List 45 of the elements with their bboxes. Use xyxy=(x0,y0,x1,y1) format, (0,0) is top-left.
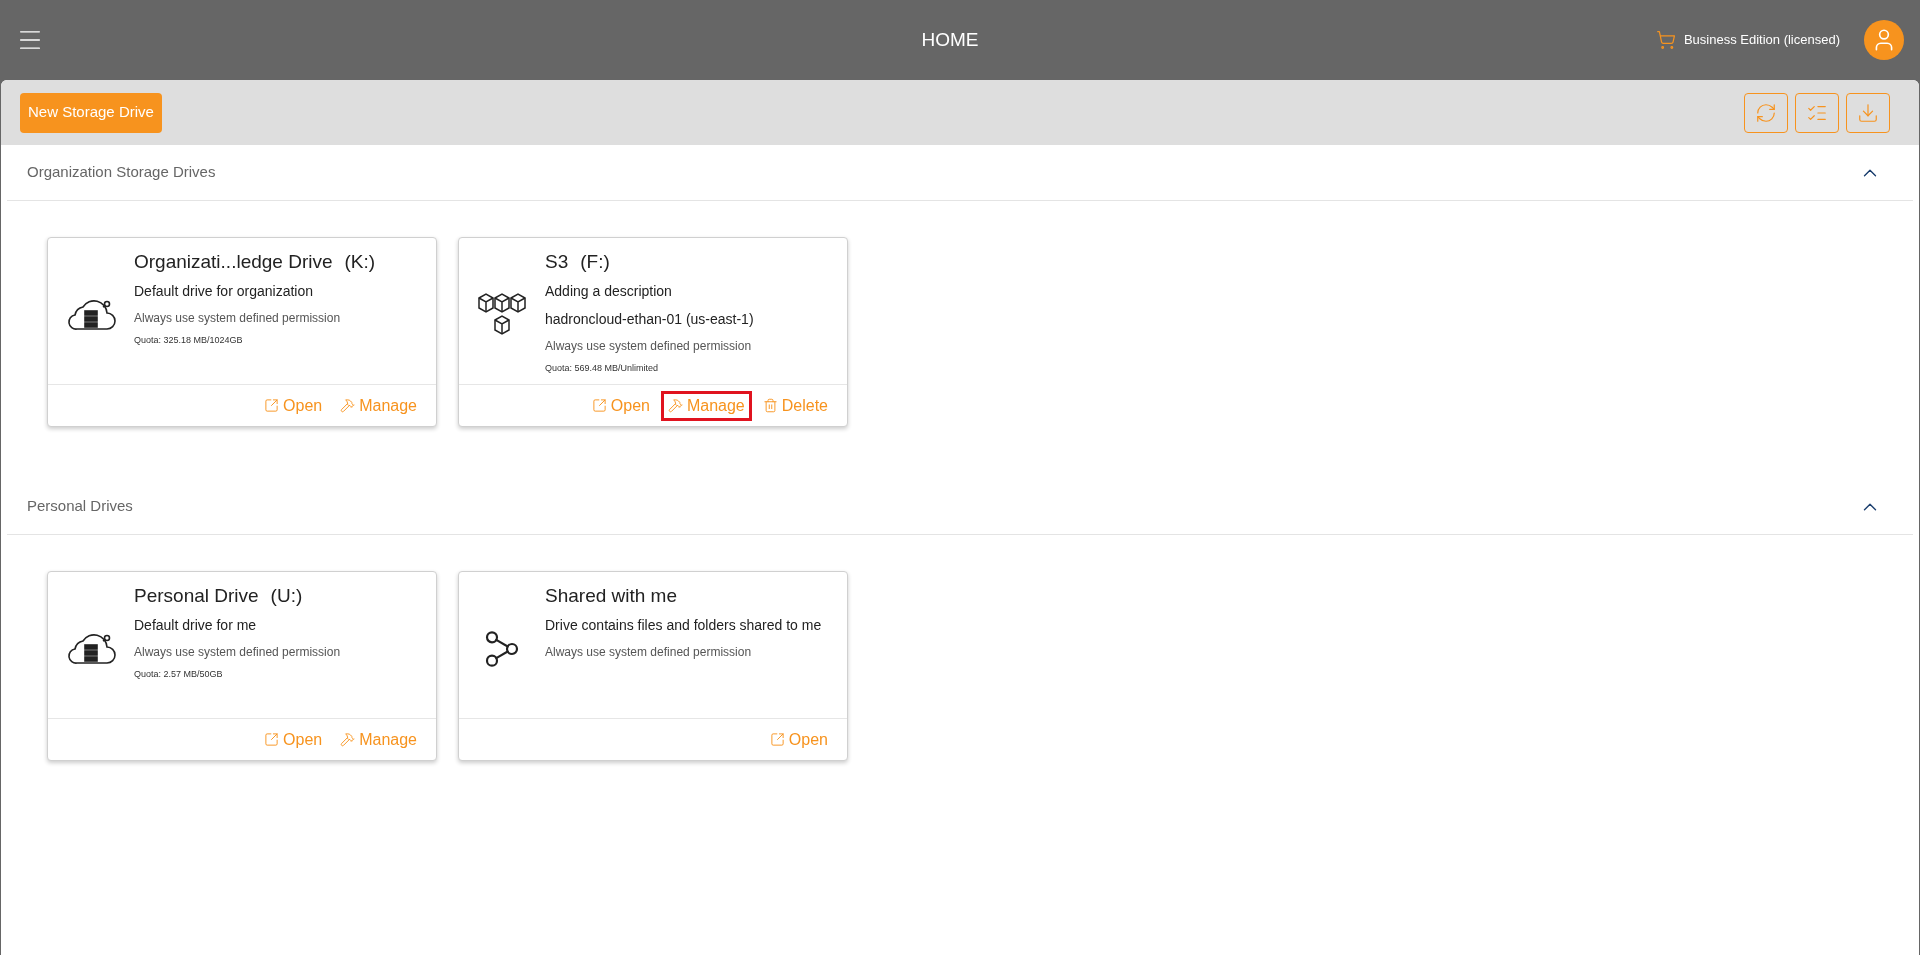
delete-icon xyxy=(762,398,778,413)
drive-name: S3 xyxy=(545,250,569,274)
drive-name: Shared with me xyxy=(545,584,677,608)
refresh-icon xyxy=(1755,101,1777,124)
manage-link[interactable]: Manage xyxy=(333,724,424,755)
quota-text: Quota: 2.57 MB/50GB xyxy=(134,668,224,681)
quota-text: Quota: 569.48 MB/Unlimited xyxy=(545,362,660,375)
permission-text: Always use system defined permission xyxy=(134,644,342,661)
description-text: Default drive for organization xyxy=(134,282,314,301)
description-text: Adding a description xyxy=(545,282,673,301)
permission-text: Always use system defined permission xyxy=(134,310,342,327)
open-icon xyxy=(264,732,280,747)
drive-letter: (K:) xyxy=(344,250,376,274)
permission-text: Always use system defined permission xyxy=(545,338,753,355)
description-text: Default drive for me xyxy=(134,616,258,635)
page-title: HOME xyxy=(921,27,979,52)
open-icon xyxy=(591,398,607,413)
delete-link[interactable]: Delete xyxy=(755,390,835,421)
description-text: hadroncloud-ethan-01 (us-east-1) xyxy=(545,310,755,329)
manage-icon xyxy=(340,398,356,413)
manage-link[interactable]: Manage xyxy=(333,390,424,421)
new-storage-drive-button[interactable]: New Storage Drive xyxy=(20,92,162,133)
description-text: Drive contains files and folders shared to me xyxy=(545,616,823,635)
quota-text: Quota: 325.18 MB/1024GB xyxy=(134,334,244,347)
section-title: Organization Storage Drives xyxy=(27,162,216,183)
open-link[interactable]: Open xyxy=(762,724,835,755)
edition-text: Business Edition (licensed) xyxy=(1683,31,1840,50)
drive-letter: (F:) xyxy=(580,250,610,274)
cart-icon xyxy=(1655,30,1676,50)
download-icon xyxy=(1857,101,1879,124)
manage-link[interactable]: Manage xyxy=(660,390,752,421)
open-icon xyxy=(264,398,280,413)
permission-text: Always use system defined permission xyxy=(545,644,753,661)
section-title: Personal Drives xyxy=(27,496,133,517)
manage-icon xyxy=(667,398,683,413)
open-icon xyxy=(769,732,785,747)
drive-letter: (U:) xyxy=(270,584,303,608)
manage-icon xyxy=(340,732,356,747)
cubes-icon xyxy=(477,292,527,338)
drive-name: Personal Drive xyxy=(134,584,259,608)
open-link[interactable]: Open xyxy=(584,390,657,421)
avatar[interactable] xyxy=(1864,20,1904,60)
drive-name: Organizati...ledge Drive xyxy=(134,250,333,274)
open-link[interactable]: Open xyxy=(257,724,330,755)
open-link[interactable]: Open xyxy=(257,390,330,421)
